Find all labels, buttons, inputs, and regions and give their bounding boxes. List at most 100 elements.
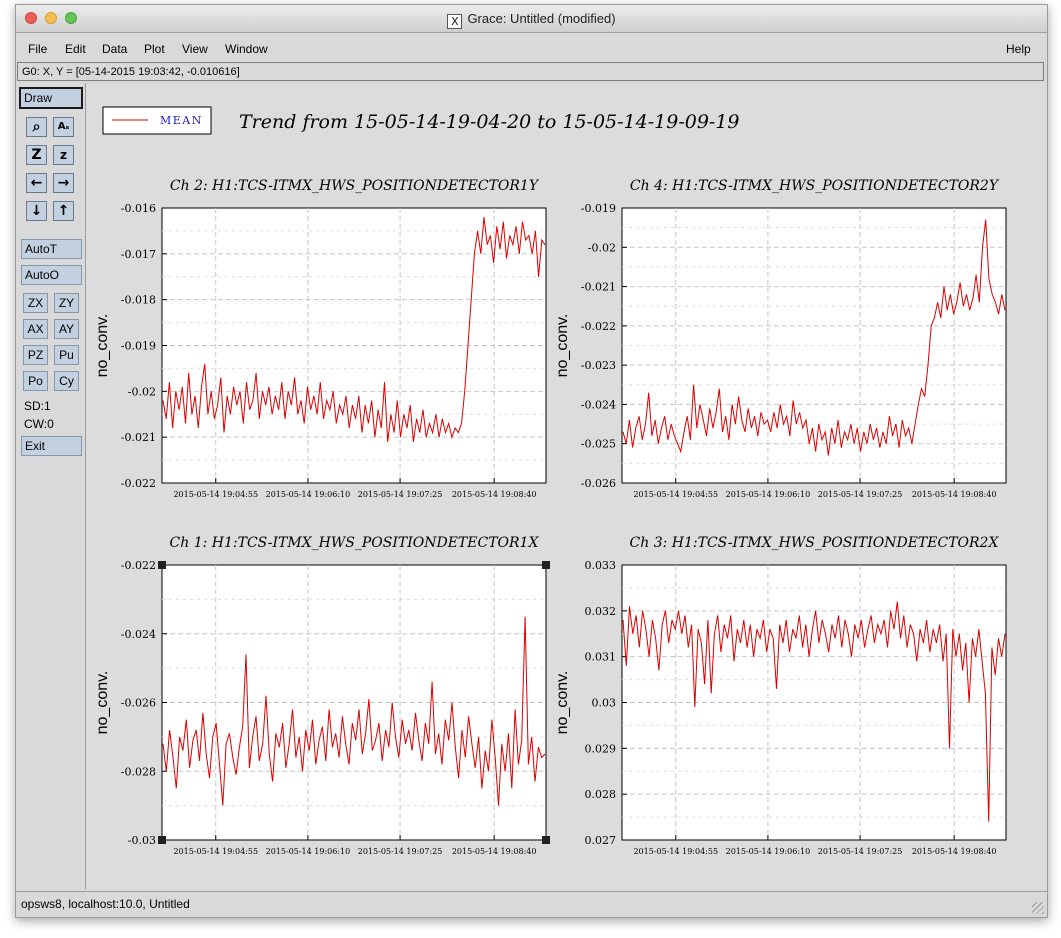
pz-button[interactable]: PZ: [23, 345, 48, 365]
chart-1: Ch 2: H1:TCS-ITMX_HWS_POSITIONDETECTOR1Y…: [94, 178, 547, 499]
menu-file[interactable]: File: [28, 42, 47, 56]
pu-button[interactable]: Pu: [54, 345, 79, 365]
y-tick-label: -0.021: [121, 431, 156, 444]
x-tick-label: 2015-05-14 19:08:40: [452, 847, 537, 856]
y-tick-label: -0.022: [121, 477, 156, 490]
y-tick-label: -0.024: [121, 628, 156, 641]
graph-canvas[interactable]: MEAN Trend from 15-05-14-19-04-20 to 15-…: [86, 83, 1047, 889]
x-tick-label: 2015-05-14 19:04:55: [173, 490, 258, 499]
sd-label: SD:1: [24, 399, 51, 413]
draw-button[interactable]: Draw: [19, 87, 83, 109]
cy-button[interactable]: Cy: [54, 371, 79, 391]
autoscale-text-icon[interactable]: Aₛ: [53, 117, 74, 137]
y-tick-label: 0.031: [585, 651, 617, 664]
arrow-down-icon[interactable]: ↓: [26, 201, 47, 221]
selection-handle: [158, 836, 166, 844]
x11-logo-icon: X: [447, 14, 463, 29]
chart-title: Ch 3: H1:TCS-ITMX_HWS_POSITIONDETECTOR2X: [630, 535, 1000, 551]
y-tick-label: -0.022: [121, 559, 156, 572]
zoom-z-small-icon[interactable]: z: [53, 145, 74, 165]
status-bar: opsws8, localhost:10.0, Untitled: [16, 891, 1047, 917]
chart-3: Ch 1: H1:TCS-ITMX_HWS_POSITIONDETECTOR1X…: [94, 535, 550, 856]
y-tick-label: -0.023: [581, 359, 616, 372]
zy-button[interactable]: ZY: [54, 293, 79, 313]
y-tick-label: 0.032: [585, 605, 617, 618]
legend-entry: MEAN: [160, 114, 203, 127]
resize-grip-icon[interactable]: [1032, 902, 1044, 914]
y-tick-label: -0.018: [121, 294, 156, 307]
po-button[interactable]: Po: [23, 371, 48, 391]
arrow-right-icon[interactable]: →: [53, 173, 74, 193]
cw-label: CW:0: [24, 417, 54, 431]
x-tick-label: 2015-05-14 19:04:55: [633, 847, 718, 856]
y-tick-label: -0.019: [121, 340, 156, 353]
x-tick-label: 2015-05-14 19:08:40: [452, 490, 537, 499]
window-title: Grace: Untitled (modified): [467, 11, 616, 26]
window-title-wrap: X Grace: Untitled (modified): [16, 11, 1047, 29]
exit-button[interactable]: Exit: [21, 436, 82, 456]
chart-title: Ch 1: H1:TCS-ITMX_HWS_POSITIONDETECTOR1X: [170, 535, 540, 551]
y-tick-label: -0.028: [121, 765, 156, 778]
y-axis-label: no_conv.: [554, 671, 571, 735]
autot-button[interactable]: AutoT: [21, 239, 82, 259]
menu-window[interactable]: Window: [225, 42, 268, 56]
selection-handle: [158, 561, 166, 569]
y-tick-label: 0.029: [585, 742, 617, 755]
y-tick-label: -0.03: [128, 834, 156, 847]
legend-box[interactable]: MEAN: [102, 106, 212, 135]
y-tick-label: -0.026: [581, 477, 616, 490]
x-tick-label: 2015-05-14 19:06:10: [266, 490, 351, 499]
x-tick-label: 2015-05-14 19:06:10: [726, 490, 811, 499]
x-tick-label: 2015-05-14 19:08:40: [912, 847, 997, 856]
y-axis-label: no_conv.: [94, 314, 111, 378]
chart-title: Ch 2: H1:TCS-ITMX_HWS_POSITIONDETECTOR1Y: [170, 178, 540, 194]
page-title: Trend from 15-05-14-19-04-20 to 15-05-14…: [239, 111, 740, 133]
selection-handle: [542, 836, 550, 844]
x-tick-label: 2015-05-14 19:07:25: [358, 490, 443, 499]
chart-2: Ch 4: H1:TCS-ITMX_HWS_POSITIONDETECTOR2Y…: [554, 178, 1007, 499]
y-tick-label: -0.025: [581, 438, 616, 451]
menu-data[interactable]: Data: [102, 42, 127, 56]
menu-help[interactable]: Help: [1006, 42, 1031, 56]
x-tick-label: 2015-05-14 19:04:55: [173, 847, 258, 856]
autoo-button[interactable]: AutoO: [21, 265, 82, 285]
y-tick-label: -0.019: [581, 202, 616, 215]
x-tick-label: 2015-05-14 19:07:25: [818, 490, 903, 499]
menu-bar: File Edit Data Plot View Window Help: [16, 33, 1047, 60]
x-tick-label: 2015-05-14 19:07:25: [818, 847, 903, 856]
chart-title: Ch 4: H1:TCS-ITMX_HWS_POSITIONDETECTOR2Y: [630, 178, 1000, 194]
menu-edit[interactable]: Edit: [65, 42, 86, 56]
menu-plot[interactable]: Plot: [144, 42, 165, 56]
coordinate-readout: G0: X, Y = [05-14-2015 19:03:42, -0.0106…: [17, 62, 1044, 81]
ay-button[interactable]: AY: [54, 319, 79, 339]
arrow-up-icon[interactable]: ↑: [53, 201, 74, 221]
x-tick-label: 2015-05-14 19:04:55: [633, 490, 718, 499]
zx-button[interactable]: ZX: [23, 293, 48, 313]
y-tick-label: 0.03: [592, 697, 617, 710]
y-axis-label: no_conv.: [94, 671, 111, 735]
y-tick-label: 0.028: [585, 788, 617, 801]
graph-svg[interactable]: MEAN Trend from 15-05-14-19-04-20 to 15-…: [86, 83, 1047, 889]
x-tick-label: 2015-05-14 19:07:25: [358, 847, 443, 856]
y-tick-label: -0.022: [581, 320, 616, 333]
y-tick-label: -0.017: [121, 248, 156, 261]
zoom-icon[interactable]: ⌕: [26, 117, 47, 137]
x-tick-label: 2015-05-14 19:06:10: [266, 847, 351, 856]
arrow-left-icon[interactable]: ←: [26, 173, 47, 193]
y-tick-label: 0.033: [585, 559, 617, 572]
y-tick-label: -0.021: [581, 281, 616, 294]
ax-button[interactable]: AX: [23, 319, 48, 339]
x-tick-label: 2015-05-14 19:08:40: [912, 490, 997, 499]
y-tick-label: 0.027: [585, 834, 617, 847]
zoom-z-icon[interactable]: Z: [26, 145, 47, 165]
title-bar: X Grace: Untitled (modified): [16, 5, 1047, 33]
y-tick-label: -0.024: [581, 398, 616, 411]
tool-panel: Draw ⌕ Aₛ Z z ← → ↓ ↑ AutoT AutoO ZX ZY …: [16, 83, 86, 889]
y-tick-label: -0.02: [588, 241, 616, 254]
y-tick-label: -0.02: [128, 385, 156, 398]
menu-view[interactable]: View: [182, 42, 208, 56]
x-tick-label: 2015-05-14 19:06:10: [726, 847, 811, 856]
selection-handle: [542, 561, 550, 569]
y-tick-label: -0.016: [121, 202, 156, 215]
grace-window: X Grace: Untitled (modified) File Edit Da…: [15, 4, 1048, 918]
